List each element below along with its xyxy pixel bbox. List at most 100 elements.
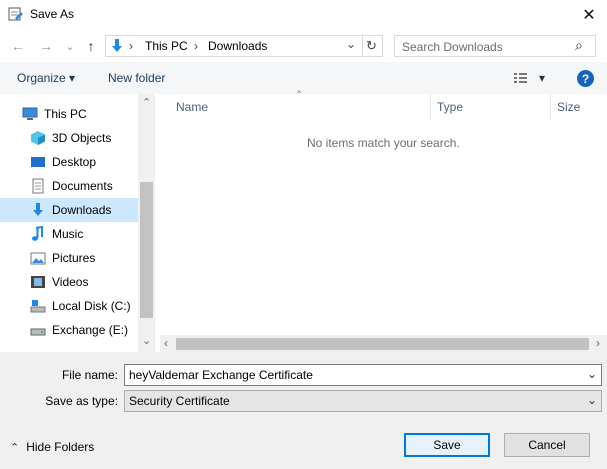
view-list-icon [514,73,527,83]
sidebar-item-label: Pictures [52,251,96,265]
column-divider[interactable] [550,94,551,120]
column-divider[interactable] [430,94,431,120]
sidebar-item-3d-objects[interactable]: 3D Objects [0,126,138,150]
organize-label: Organize [17,71,66,85]
new-folder-button[interactable]: New folder [108,71,165,85]
chevron-down-icon[interactable]: ⌄ [587,393,597,407]
download-arrow-icon [30,202,46,218]
sidebar-item-local-disk[interactable]: Local Disk (C:) [0,294,138,318]
breadcrumb-separator-icon: › [129,39,133,53]
scroll-up-icon[interactable]: ⌃ [142,96,151,109]
sidebar-item-downloads[interactable]: Downloads [0,198,138,222]
scroll-left-icon[interactable]: ‹ [164,336,168,350]
forward-button[interactable]: → [38,38,54,54]
video-icon [30,274,46,290]
save-as-type-select[interactable]: Security Certificate ⌄ [124,390,602,412]
sidebar-item-label: Local Disk (C:) [52,299,131,313]
file-list-horizontal-scroll-thumb[interactable] [176,338,589,350]
file-list: Name ⌃ Type Size No items match your sea… [160,90,607,352]
picture-icon [30,250,46,266]
download-arrow-icon [109,38,125,54]
sidebar-item-label: Documents [52,179,113,193]
column-header-size[interactable]: Size [557,94,580,120]
empty-folder-message: No items match your search. [307,136,460,150]
chevron-up-icon: ⌃ [10,441,20,454]
close-button[interactable]: ✕ [574,3,604,27]
close-icon: ✕ [582,7,596,24]
cancel-button[interactable]: Cancel [504,433,590,457]
navigation-pane: This PC 3D Objects Desktop Documents Dow… [0,94,155,352]
refresh-icon[interactable]: ↻ [366,38,377,54]
music-note-icon [30,226,46,242]
help-button[interactable]: ? [577,70,594,87]
breadcrumb-downloads[interactable]: Downloads [208,39,267,53]
filename-combo[interactable]: heyValdemar Exchange Certificate ⌄ [124,364,602,386]
save-button-label: Save [433,438,461,452]
sidebar-item-label: Music [52,227,84,241]
breadcrumb-separator-icon: › [194,39,198,53]
sidebar-item-documents[interactable]: Documents [0,174,138,198]
column-header-label: Size [557,100,581,114]
back-button[interactable]: ← [10,38,26,54]
filename-label: File name: [61,368,118,382]
command-toolbar: Organize ▾ New folder ▾ ? [0,62,607,94]
filename-input[interactable]: heyValdemar Exchange Certificate [129,368,313,382]
chevron-down-icon: ▾ [69,71,76,85]
column-header-type[interactable]: Type [437,94,463,120]
navigation-pane-scroll-thumb[interactable] [140,182,153,318]
drive-icon [30,322,46,338]
title-bar: Save As ✕ [0,0,607,30]
up-button[interactable]: ↑ [83,38,99,54]
arrow-up-icon: ↑ [87,38,95,54]
address-divider [362,36,363,56]
sidebar-item-label: 3D Objects [52,131,112,145]
search-input[interactable]: Search Downloads [402,40,503,54]
sidebar-item-pictures[interactable]: Pictures [0,246,138,270]
recent-locations-button[interactable]: ⌄ [62,38,78,54]
scroll-right-icon[interactable]: › [596,336,600,350]
desktop-icon [30,154,46,170]
save-as-type-value: Security Certificate [129,394,230,408]
cube-icon [30,130,46,146]
arrow-right-icon: → [39,38,53,54]
chevron-down-icon: ⌄ [65,40,75,53]
chevron-down-icon[interactable]: ⌄ [587,367,597,381]
computer-icon [22,106,38,122]
document-icon [30,178,46,194]
column-header-name[interactable]: Name [176,94,208,120]
organize-button[interactable]: Organize ▾ [17,71,75,85]
save-button[interactable]: Save [404,433,490,457]
column-header-label: Type [437,100,464,114]
new-folder-label: New folder [108,71,166,85]
sidebar-item-desktop[interactable]: Desktop [0,150,138,174]
sidebar-item-label: This PC [44,107,87,121]
search-icon[interactable]: ⌕ [575,37,583,54]
address-dropdown-icon[interactable]: ⌄ [346,37,356,51]
column-header-label: Name [176,100,209,114]
scroll-down-icon[interactable]: ⌄ [142,334,151,347]
view-options-dropdown-icon[interactable]: ▾ [539,71,545,85]
sidebar-item-videos[interactable]: Videos [0,270,138,294]
address-bar[interactable]: › This PC › Downloads ⌄ ↻ [105,35,383,57]
sort-arrow-icon: ⌃ [295,90,304,101]
change-view-button[interactable] [513,71,529,85]
sidebar-item-exchange-drive[interactable]: Exchange (E:) [0,318,138,342]
arrow-left-icon: ← [11,38,25,54]
cancel-button-label: Cancel [528,438,566,452]
search-box[interactable]: Search Downloads ⌕ [394,35,596,57]
sidebar-item-label: Exchange (E:) [52,323,129,337]
sidebar-item-label: Desktop [52,155,97,169]
hide-folders-label: Hide Folders [26,440,95,454]
sidebar-item-this-pc[interactable]: This PC [0,102,138,126]
save-options-panel: File name: heyValdemar Exchange Certific… [0,352,607,469]
sidebar-item-label: Videos [52,275,89,289]
save-as-app-icon [8,6,24,22]
window-title: Save As [30,7,75,21]
hide-folders-button[interactable]: ⌃ Hide Folders [10,440,94,454]
navigation-bar: ← → ⌄ ↑ › This PC › Downloads ⌄ ↻ Search… [0,30,607,62]
save-as-type-label: Save as type: [45,394,118,408]
sidebar-item-music[interactable]: Music [0,222,138,246]
breadcrumb-this-pc[interactable]: This PC [145,39,188,53]
local-disk-icon [30,298,46,314]
help-icon: ? [581,71,590,86]
